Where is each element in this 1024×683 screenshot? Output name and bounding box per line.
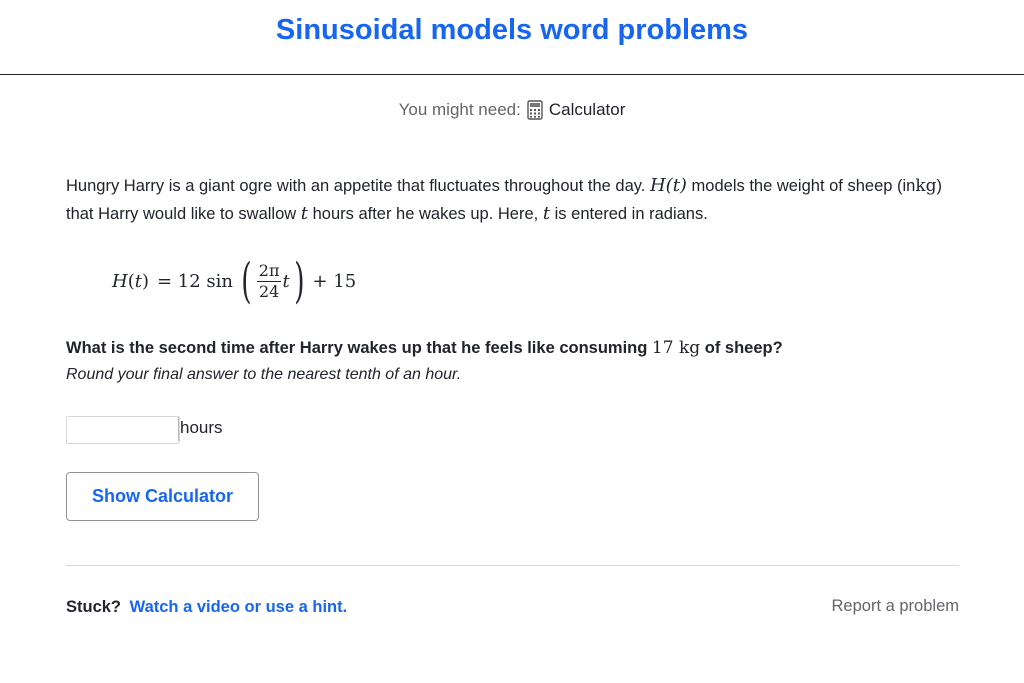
page-title: Sinusoidal models word problems [275, 14, 749, 46]
question-text: What is the second time after Harry wake… [66, 338, 783, 358]
math-t: t [300, 203, 308, 224]
model-formula: H(t) = 12 sin ( 2π 24 t ) + 15 [112, 253, 357, 309]
header-divider [0, 74, 1024, 75]
formula-variable: t [134, 270, 142, 292]
problem-text: is entered in radians. [554, 205, 708, 223]
problem-text: Hungry Harry is a giant ogre with an app… [66, 177, 646, 195]
tools-needed: You might need: Calculator [0, 100, 1024, 120]
formula-inner-variable: t [282, 270, 290, 292]
formula-equals-sin: = 12 sin [157, 270, 234, 292]
formula-function-name: H [112, 270, 128, 292]
show-calculator-button[interactable]: Show Calculator [66, 472, 259, 521]
calculator-tool-label: Calculator [548, 100, 626, 119]
problem-text: hours after he wakes up. Here, [312, 205, 539, 223]
calculator-icon [527, 100, 543, 120]
hint-link[interactable]: Watch a video or use a hint. [130, 598, 348, 616]
formula-numerator: 2π [256, 260, 282, 282]
question-target-value: 17 kg [651, 338, 701, 358]
problem-statement: Hungry Harry is a giant ogre with an app… [66, 172, 946, 228]
math-h-of-t: H(t) [649, 175, 687, 196]
question-part: of sheep? [704, 339, 783, 357]
answer-input[interactable] [66, 416, 180, 444]
formula-denominator: 24 [258, 281, 280, 301]
unit-divider [178, 417, 179, 441]
answer-unit-label: hours [180, 418, 223, 437]
formula-open-paren: ( [241, 253, 252, 309]
formula-close-paren: ) [293, 253, 305, 309]
stuck-help: Stuck? Watch a video or use a hint. [66, 598, 347, 617]
tools-needed-label: You might need: [398, 100, 521, 119]
rounding-instruction: Round your final answer to the nearest t… [66, 366, 462, 383]
footer-divider [66, 565, 959, 566]
formula-fraction: 2π 24 [256, 260, 282, 301]
report-problem-link[interactable]: Report a problem [832, 597, 959, 616]
question-part: What is the second time after Harry wake… [66, 339, 648, 357]
math-t: t [542, 203, 551, 224]
problem-text: models the weight of sheep (in [691, 177, 916, 195]
formula-constant: + 15 [312, 270, 357, 292]
stuck-label: Stuck? [66, 598, 122, 616]
math-kg: kg [915, 176, 937, 196]
